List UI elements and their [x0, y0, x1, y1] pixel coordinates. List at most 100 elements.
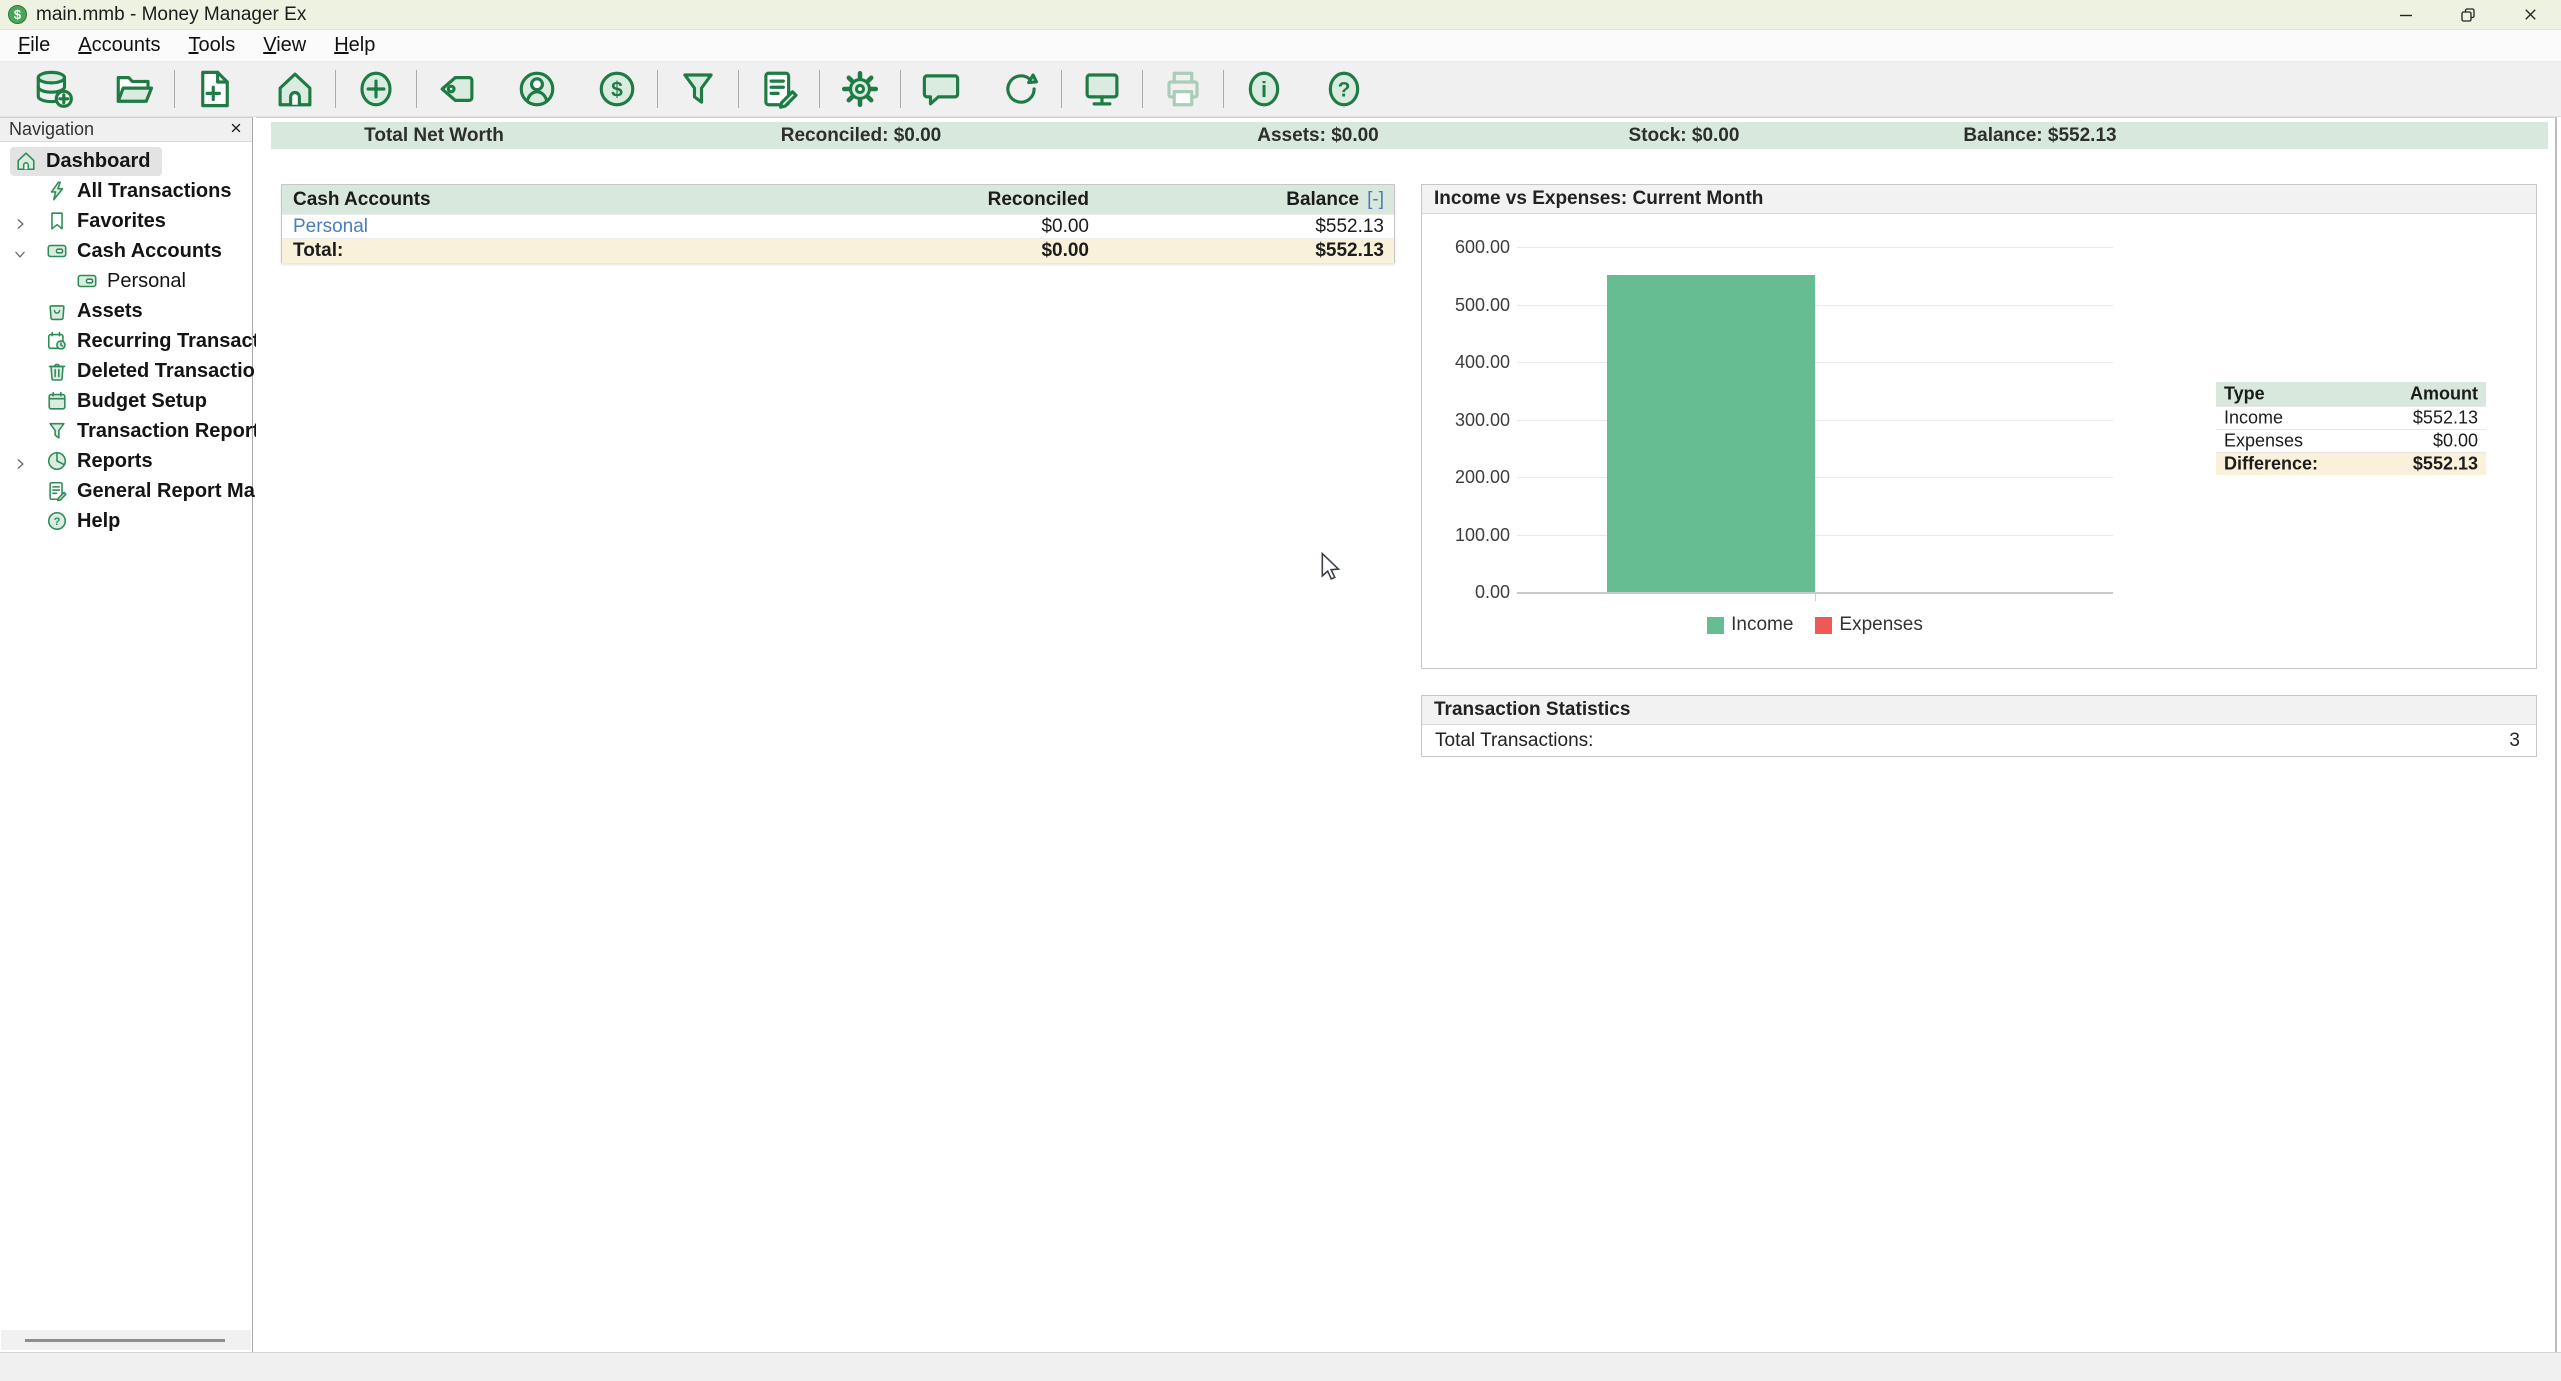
minimize-button[interactable]	[2375, 0, 2437, 29]
summary-stock: Stock: $0.00	[1629, 122, 1740, 149]
close-icon	[2522, 6, 2539, 23]
legend-label: Income	[1731, 614, 1793, 636]
total-balance-value: $552.13	[1315, 240, 1384, 262]
chevron-down-icon[interactable]	[13, 244, 27, 267]
y-tick-label: 500.00	[1422, 295, 1510, 316]
categories-button[interactable]	[436, 68, 478, 110]
tag-icon	[436, 68, 478, 110]
panel-header: Income vs Expenses: Current Month	[1422, 185, 2536, 214]
sidebar-item-help[interactable]: ? Help	[0, 506, 252, 536]
legend-item-income: Income	[1707, 614, 1793, 636]
menu-file[interactable]: File	[4, 34, 64, 57]
table-row-difference: Difference: $552.13	[2216, 452, 2486, 475]
menu-accounts[interactable]: Accounts	[64, 34, 174, 57]
sidebar-item-deleted-transactions[interactable]: Deleted Transactions	[0, 356, 252, 386]
column-header-type: Type	[2224, 384, 2265, 405]
total-transactions-value: 3	[2509, 730, 2520, 752]
toolbar-separator	[1223, 70, 1224, 108]
account-link[interactable]: Personal	[293, 216, 368, 238]
navigation-horizontal-scrollbar[interactable]	[1, 1330, 251, 1350]
sidebar-item-transaction-report[interactable]: Transaction Report	[0, 416, 252, 446]
new-file-button[interactable]	[194, 68, 236, 110]
panel-header: Transaction Statistics	[1422, 696, 2536, 725]
panel-title: Transaction Statistics	[1434, 699, 1630, 721]
navigation-close-button[interactable]	[229, 121, 243, 139]
sidebar-item-reports[interactable]: Reports	[0, 446, 252, 476]
help-button[interactable]: ?	[1323, 68, 1365, 110]
report-manager-button[interactable]	[758, 68, 800, 110]
row-label: Income	[2224, 408, 2283, 429]
restore-button[interactable]	[2437, 0, 2499, 29]
about-button[interactable]: i	[1243, 68, 1285, 110]
payees-button[interactable]	[516, 68, 558, 110]
y-tick-label: 600.00	[1422, 237, 1510, 258]
monitor-icon	[1081, 68, 1123, 110]
sidebar-label: Help	[77, 510, 120, 533]
options-button[interactable]	[839, 68, 881, 110]
open-folder-icon	[113, 68, 155, 110]
refresh-button[interactable]	[1000, 68, 1042, 110]
transaction-filter-button[interactable]	[677, 68, 719, 110]
menu-view[interactable]: View	[249, 34, 320, 57]
dashboard-area: Total Net Worth Reconciled: $0.00 Assets…	[256, 117, 2557, 1352]
chevron-right-icon[interactable]	[13, 214, 27, 237]
mouse-cursor	[1318, 552, 1344, 587]
sidebar-item-personal[interactable]: Personal	[0, 266, 252, 296]
toolbar-separator	[335, 70, 336, 108]
table-row-expenses: Expenses $0.00	[2216, 429, 2486, 452]
close-button[interactable]	[2499, 0, 2561, 29]
toolbar-separator	[738, 70, 739, 108]
new-database-button[interactable]	[33, 68, 75, 110]
sidebar-item-dashboard[interactable]: Dashboard	[0, 146, 252, 176]
calendar-clock-icon	[46, 330, 68, 352]
column-header-balance: Balance[-]	[1286, 189, 1384, 211]
title-bar: $ main.mmb - Money Manager Ex	[0, 0, 2561, 30]
home-button[interactable]	[274, 68, 316, 110]
toolbar-separator	[416, 70, 417, 108]
sidebar-label: Dashboard	[46, 150, 150, 173]
sidebar-item-general-report-manager[interactable]: General Report Manager	[0, 476, 252, 506]
close-icon	[229, 121, 243, 135]
row-value: $552.13	[2413, 454, 2478, 475]
dollar-circle-icon: $	[596, 68, 638, 110]
menu-help[interactable]: Help	[320, 34, 389, 57]
print-icon	[1162, 68, 1204, 110]
question-icon: ?	[46, 510, 68, 532]
y-tick-label: 400.00	[1422, 352, 1510, 373]
summary-balance: Balance: $552.13	[1963, 122, 2116, 149]
bookmark-icon	[46, 210, 68, 232]
income-bar	[1607, 275, 1815, 592]
chevron-right-icon[interactable]	[13, 454, 27, 477]
sidebar-label: Favorites	[77, 210, 166, 233]
sidebar-item-recurring-transactions[interactable]: Recurring Transactions	[0, 326, 252, 356]
scrollbar-thumb[interactable]	[25, 1339, 225, 1342]
toolbar-separator	[900, 70, 901, 108]
app-icon: $	[8, 5, 27, 24]
fullscreen-button[interactable]	[1081, 68, 1123, 110]
sidebar-item-cash-accounts[interactable]: Cash Accounts	[0, 236, 252, 266]
open-database-button[interactable]	[113, 68, 155, 110]
chart-legend: Income Expenses	[1517, 614, 2113, 636]
account-balance-value: $552.13	[1315, 216, 1384, 238]
sidebar-item-all-transactions[interactable]: All Transactions	[0, 176, 252, 206]
collapse-link[interactable]: [-]	[1367, 189, 1384, 210]
row-label: Difference:	[2224, 454, 2318, 475]
legend-label: Expenses	[1839, 614, 1922, 636]
feedback-button[interactable]	[920, 68, 962, 110]
menu-tools[interactable]: Tools	[175, 34, 250, 57]
new-transaction-button[interactable]	[355, 68, 397, 110]
total-transactions-label: Total Transactions:	[1435, 730, 1593, 752]
navigation-header: Navigation	[0, 118, 252, 142]
sidebar-label: Personal	[107, 270, 186, 293]
sidebar-label: Assets	[77, 300, 143, 323]
total-label: Total:	[293, 240, 343, 262]
sidebar-item-favorites[interactable]: Favorites	[0, 206, 252, 236]
navigation-title: Navigation	[9, 119, 94, 140]
print-button[interactable]	[1162, 68, 1204, 110]
sidebar-item-budget-setup[interactable]: Budget Setup	[0, 386, 252, 416]
sidebar-item-assets[interactable]: Assets	[0, 296, 252, 326]
summary-bar: Total Net Worth Reconciled: $0.00 Assets…	[271, 122, 2548, 149]
svg-text:?: ?	[1338, 79, 1351, 102]
income-swatch-icon	[1707, 617, 1724, 634]
currency-button[interactable]: $	[596, 68, 638, 110]
